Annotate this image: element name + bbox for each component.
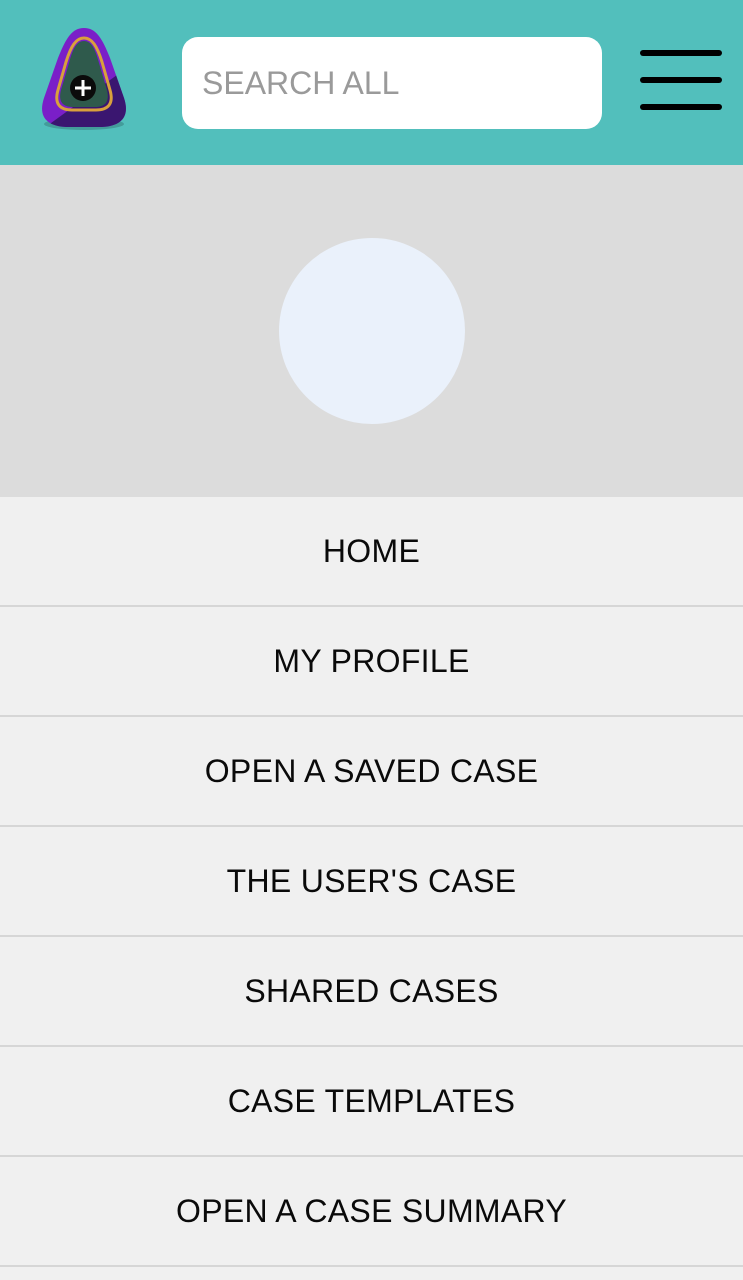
menu-item-open-case-summary[interactable]: OPEN A CASE SUMMARY (0, 1157, 743, 1267)
menu-item-case-templates[interactable]: CASE TEMPLATES (0, 1047, 743, 1157)
app-header (0, 0, 743, 165)
app-logo-icon[interactable] (36, 24, 132, 134)
menu-item-shared-cases[interactable]: SHARED CASES (0, 937, 743, 1047)
menu-item-label: CASE TEMPLATES (227, 1082, 516, 1119)
menu-item-open-saved-case[interactable]: OPEN A SAVED CASE (0, 717, 743, 827)
hamburger-menu-icon[interactable] (640, 50, 722, 114)
menu-item-users-case[interactable]: THE USER'S CASE (0, 827, 743, 937)
menu-bar-bottom (640, 104, 722, 110)
menu-item-label: OPEN A SAVED CASE (204, 752, 539, 789)
profile-header (0, 165, 743, 497)
nav-menu: HOME MY PROFILE OPEN A SAVED CASE THE US… (0, 497, 743, 1267)
menu-item-label: MY PROFILE (273, 642, 470, 679)
menu-item-label: OPEN A CASE SUMMARY (176, 1192, 567, 1229)
search-box[interactable] (182, 37, 602, 129)
menu-item-label: THE USER'S CASE (226, 862, 517, 899)
search-input[interactable] (202, 64, 582, 102)
menu-item-label: HOME (322, 532, 421, 569)
menu-item-home[interactable]: HOME (0, 497, 743, 607)
menu-bar-top (640, 50, 722, 56)
menu-bar-middle (640, 77, 722, 83)
menu-item-my-profile[interactable]: MY PROFILE (0, 607, 743, 717)
avatar[interactable] (279, 238, 465, 424)
menu-item-label: SHARED CASES (244, 972, 499, 1009)
